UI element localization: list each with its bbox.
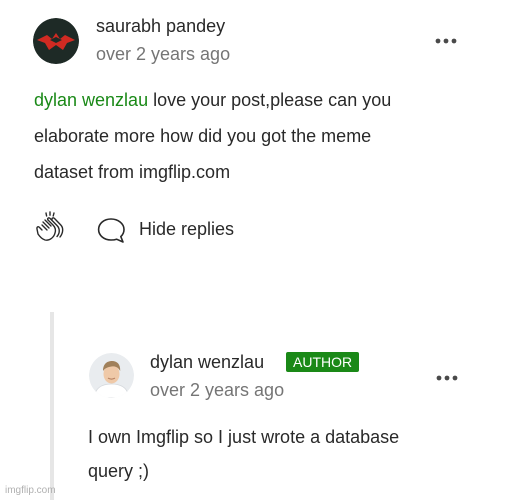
comment-body-line-1: dylan wenzlau love your post,please can …	[34, 90, 392, 110]
watermark: imgflip.com	[5, 485, 56, 496]
reply-thread-line	[50, 312, 54, 500]
mention-link[interactable]: dylan wenzlau	[34, 90, 148, 110]
comment-body-line-3: dataset from imgflip.com	[34, 162, 231, 182]
hide-replies-link[interactable]: Hide replies	[139, 219, 234, 240]
reply-body-line-2: query ;)	[88, 461, 150, 481]
more-horizontal-icon[interactable]	[434, 36, 458, 46]
comment-body-line-2: elaborate more how did you got the meme	[34, 126, 372, 146]
reply-author-avatar[interactable]	[89, 353, 134, 398]
reply-timestamp[interactable]: over 2 years ago	[150, 380, 284, 401]
reply-body-line-1: I own Imgflip so I just wrote a database	[88, 427, 400, 447]
more-horizontal-icon[interactable]	[435, 373, 459, 383]
author-badge: AUTHOR	[286, 352, 360, 372]
comment-body: dylan wenzlau love your post,please can …	[34, 82, 474, 190]
reply-body: I own Imgflip so I just wrote a database…	[88, 420, 488, 488]
clap-icon[interactable]	[34, 210, 68, 244]
commenter-name[interactable]: saurabh pandey	[96, 16, 225, 37]
reply-author-name[interactable]: dylan wenzlau	[150, 352, 264, 373]
comment-timestamp[interactable]: over 2 years ago	[96, 44, 230, 65]
commenter-avatar[interactable]	[33, 18, 79, 64]
speech-bubble-icon[interactable]	[96, 216, 128, 246]
